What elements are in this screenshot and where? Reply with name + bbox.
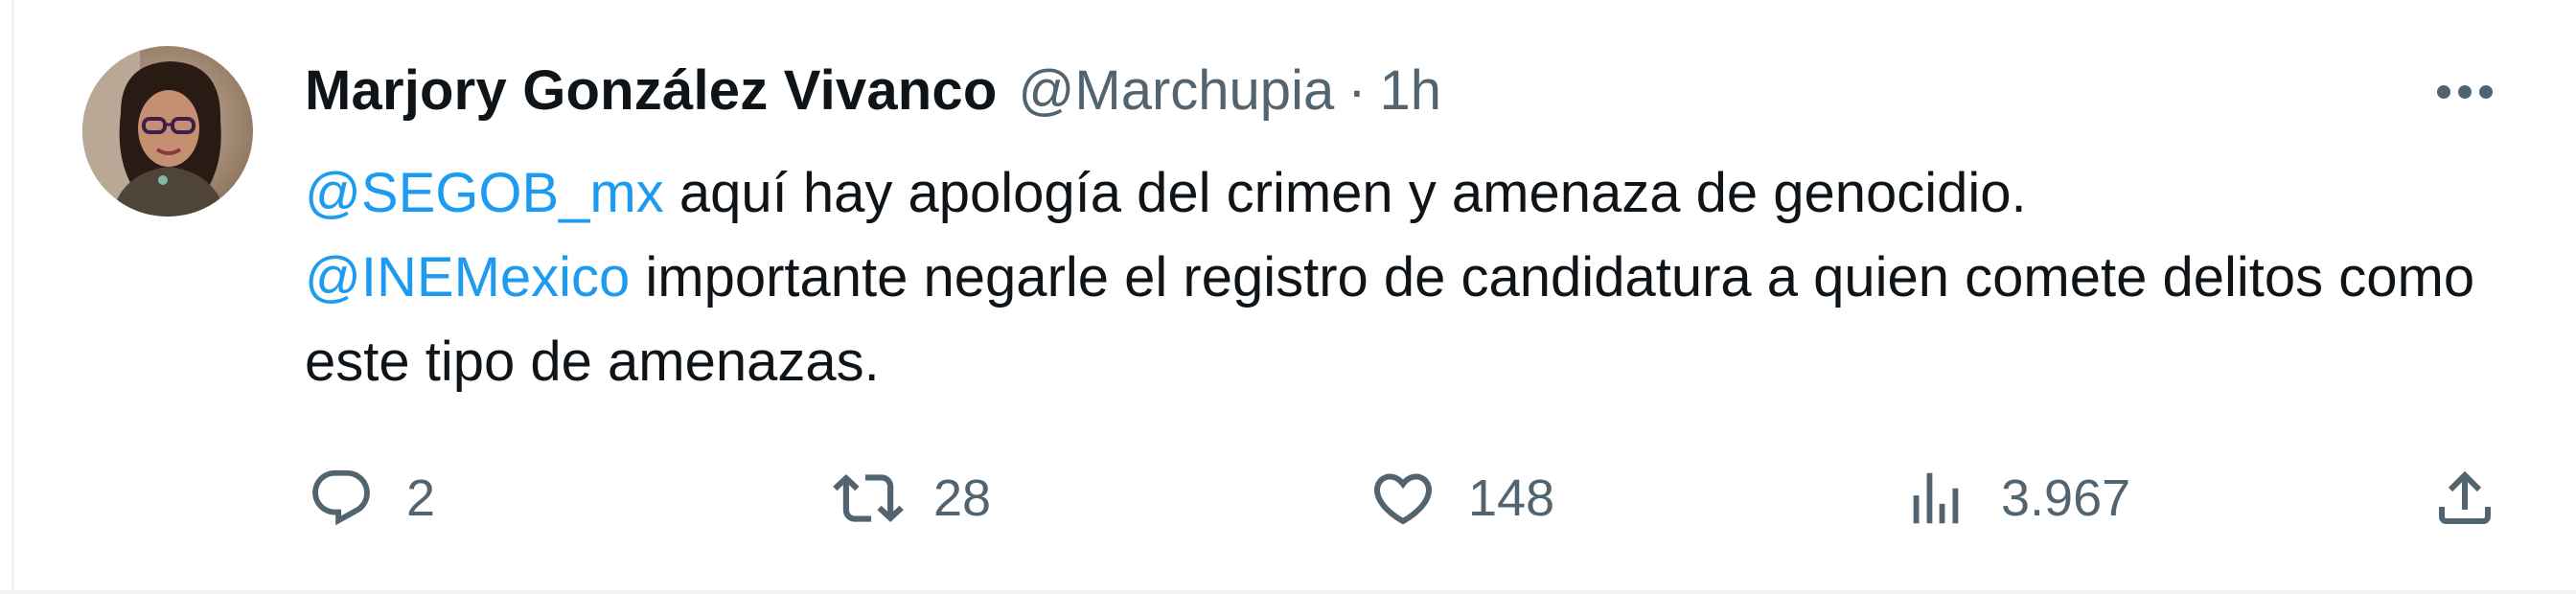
avatar-image <box>82 46 253 217</box>
separator-dot: · <box>1347 58 1367 122</box>
heart-icon <box>1367 462 1439 535</box>
like-count: 148 <box>1468 469 1555 527</box>
share-icon <box>2428 462 2501 535</box>
card-border <box>12 0 14 594</box>
tweet-card[interactable]: Marjory González Vivanco @Marchupia · 1h… <box>0 0 2576 594</box>
like-button[interactable]: 148 <box>1367 450 1554 546</box>
author-display-name[interactable]: Marjory González Vivanco <box>305 58 998 123</box>
retweet-button[interactable]: 28 <box>832 450 991 546</box>
tweet-timestamp[interactable]: 1h <box>1380 58 1442 123</box>
tweet-header: Marjory González Vivanco @Marchupia · 1h <box>305 58 1442 123</box>
mention-link-segob[interactable]: @SEGOB_mx <box>305 162 664 224</box>
tweet-actions-bar: 2 28 148 3.967 <box>305 450 2518 546</box>
reply-icon <box>305 462 378 535</box>
share-button[interactable] <box>2428 450 2501 546</box>
retweet-icon <box>832 462 905 535</box>
author-handle[interactable]: @Marchupia <box>1019 58 1335 123</box>
retweet-count: 28 <box>933 469 992 527</box>
tweet-text: @SEGOB_mx aquí hay apología del crimen y… <box>305 151 2509 404</box>
more-options-button[interactable] <box>2426 65 2503 119</box>
views-count: 3.967 <box>2001 469 2131 527</box>
tweet-text-line1: aquí hay apología del crimen y amenaza d… <box>663 162 2027 224</box>
more-horizontal-icon <box>2437 85 2493 99</box>
views-analytics-icon <box>1899 462 1972 535</box>
reply-button[interactable]: 2 <box>305 450 435 546</box>
mention-link-ine[interactable]: @INEMexico <box>305 246 630 308</box>
tweet-text-line2: importante negarle el registro de candid… <box>305 246 2475 393</box>
card-divider <box>0 590 2576 594</box>
reply-count: 2 <box>406 469 436 527</box>
views-button[interactable]: 3.967 <box>1899 450 2130 546</box>
avatar[interactable] <box>82 46 253 217</box>
